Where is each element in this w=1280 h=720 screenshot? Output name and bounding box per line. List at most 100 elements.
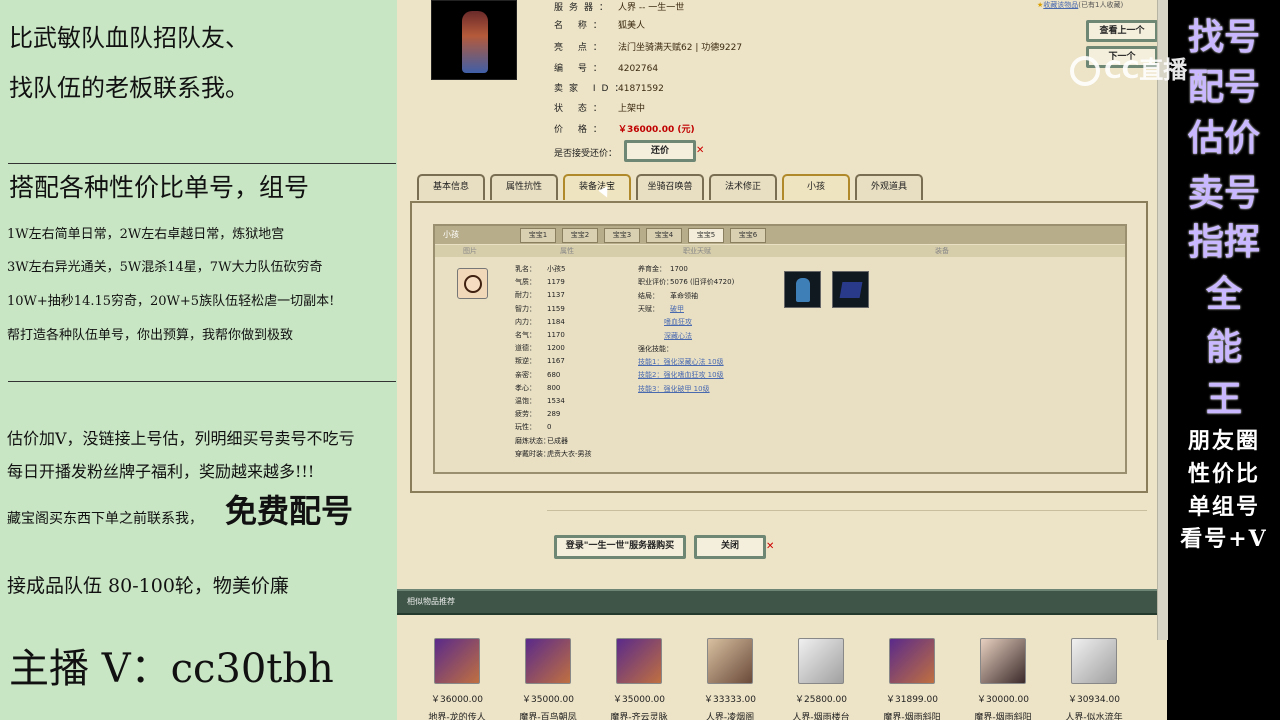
attribute-row: 孝心： 800 xyxy=(515,383,561,392)
tab-baby-4[interactable]: 宝宝4 xyxy=(646,228,682,243)
bargain-label: 是否接受还价： xyxy=(554,149,618,159)
tab-attributes[interactable]: 属性抗性 xyxy=(490,174,558,200)
divider xyxy=(8,381,396,382)
promo-char: 全 xyxy=(1205,273,1242,315)
skill-link[interactable]: 技能2：强化嗜血狂攻 10级 xyxy=(638,370,724,380)
attribute-row: 气质： 1179 xyxy=(515,278,565,287)
tab-baby-2[interactable]: 宝宝2 xyxy=(562,228,598,243)
promo-line: 性价比 xyxy=(1187,461,1260,487)
similar-item[interactable]: ￥35000.00 魔界-百鸟朝凤 xyxy=(502,636,594,720)
tab-equipment[interactable]: 装备法宝 xyxy=(563,174,631,200)
similar-item-thumbnail[interactable] xyxy=(525,638,571,684)
skill-link[interactable]: 技能3：强化破甲 10级 xyxy=(638,384,710,394)
child-detail-box: 小孩 宝宝1 宝宝2 宝宝3 宝宝4 宝宝5 宝宝6 图片 属性 职业天赋 装备… xyxy=(433,224,1127,474)
talent-row: 天赋： 破甲 xyxy=(638,304,684,313)
promo-line: 帮打造各种队伍单号，你出预算，我帮你做到极致 xyxy=(7,328,294,343)
promo-line: 10W+抽秒14.15穷奇，20W+5族队伍轻松虐一切副本! xyxy=(7,294,335,309)
field-row: 编 号： 4202764 xyxy=(554,64,659,74)
attribute-row: 亲密： 680 xyxy=(515,370,561,379)
similar-item-name[interactable]: 地界-龙的传人 xyxy=(411,710,503,720)
promo-line: 接成品队伍 80-100轮，物美价廉 xyxy=(7,575,289,597)
similar-item[interactable]: ￥36000.00 地界-龙的传人 xyxy=(411,636,503,720)
promo-char: 卖号 xyxy=(1187,172,1260,214)
field-row: 名 称： 狐美人 xyxy=(554,21,646,31)
collect-area: ★收藏该物品(已有1人收藏) xyxy=(1037,1,1124,9)
promo-line: 搭配各种性价比单号，组号 xyxy=(9,173,310,202)
similar-item-thumbnail[interactable] xyxy=(980,638,1026,684)
tab-children[interactable]: 小孩 xyxy=(782,174,850,200)
close-button[interactable]: 关闭 xyxy=(694,535,766,559)
promo-line: 找队伍的老板联系我。 xyxy=(9,74,249,102)
child-panel: 小孩 宝宝1 宝宝2 宝宝3 宝宝4 宝宝5 宝宝6 图片 属性 职业天赋 装备… xyxy=(410,201,1148,493)
item-detail-page: 服务器： 人界 -- 一生一世 ★收藏该物品(已有1人收藏) 名 称： 狐美人 亮 … xyxy=(397,0,1167,720)
similar-item-name[interactable]: 人界-凌烟阁 xyxy=(684,710,776,720)
similar-item-name[interactable]: 人界-似水流年 xyxy=(1048,710,1140,720)
promo-line: 3W左右异光通关，5W混杀14星，7W大力队伍砍穷奇 xyxy=(7,260,323,275)
collect-link[interactable]: 收藏该物品 xyxy=(1043,1,1078,9)
similar-item[interactable]: ￥30934.00 人界-似水流年 xyxy=(1048,636,1140,720)
anchor-contact: 主播 V：cc30tbh xyxy=(9,646,334,692)
promo-panel-right: 找号 配号 估价 卖号 指挥 全 能 王 朋友圈 性价比 单组号 看号+V xyxy=(1168,0,1280,720)
similar-item-thumbnail[interactable] xyxy=(434,638,480,684)
similar-item-price: ￥30000.00 xyxy=(977,695,1029,705)
character-portrait xyxy=(431,0,517,80)
promo-highlight: 免费配号 xyxy=(225,492,354,530)
similar-item-name[interactable]: 魔界-百鸟朝凤 xyxy=(502,710,594,720)
promo-char: 能 xyxy=(1205,326,1242,368)
similar-item-price: ￥36000.00 xyxy=(431,695,483,705)
field-row: 亮 点： 法门坐骑满天赋62 | 功德9227 xyxy=(554,43,743,53)
equipment-slot-gem[interactable] xyxy=(832,271,869,308)
similar-item-thumbnail[interactable] xyxy=(798,638,844,684)
similar-item[interactable]: ￥25800.00 人界-烟雨楼台 xyxy=(775,636,867,720)
similar-item-name[interactable]: 人界-烟雨楼台 xyxy=(775,710,867,720)
similar-item[interactable]: ￥31899.00 魔界-烟雨斜阳 xyxy=(866,636,958,720)
attribute-row: 智力： 1159 xyxy=(515,304,565,313)
attribute-row: 穿戴时装：虎贲大衣-男孩 xyxy=(515,449,592,458)
promo-char: 指挥 xyxy=(1187,221,1260,263)
attribute-row: 温饱： 1534 xyxy=(515,397,565,405)
tab-baby-6[interactable]: 宝宝6 xyxy=(730,228,766,243)
promo-line: 藏宝阁买东西下单之前联系我， xyxy=(7,511,203,527)
tab-baby-5[interactable]: 宝宝5 xyxy=(688,228,724,243)
attribute-row: 疲劳： 289 xyxy=(515,410,561,419)
promo-line: 比武敏队血队招队友、 xyxy=(9,24,249,52)
attribute-row: 叛逆： 1167 xyxy=(515,357,565,366)
tab-baby-3[interactable]: 宝宝3 xyxy=(604,228,640,243)
tab-appearance[interactable]: 外观道具 xyxy=(855,174,923,200)
attribute-row: 道德： 1200 xyxy=(515,344,565,353)
similar-item-thumbnail[interactable] xyxy=(1071,638,1117,684)
attribute-row: 内力： 1184 xyxy=(515,317,565,326)
tab-spells[interactable]: 法术修正 xyxy=(709,174,777,200)
similar-item[interactable]: ￥33333.00 人界-凌烟阁 xyxy=(684,636,776,720)
tab-mounts-pets[interactable]: 坐骑召唤兽 xyxy=(636,174,704,200)
price-row: 价 格： ￥36000.00 (元) xyxy=(554,125,695,135)
stream-watermark: CC直播 xyxy=(1070,50,1187,86)
similar-item[interactable]: ￥30000.00 魔界-烟雨斜阳 xyxy=(957,636,1049,720)
similar-item-thumbnail[interactable] xyxy=(616,638,662,684)
talent-link[interactable]: 嗜血狂攻 xyxy=(664,317,692,327)
talent-row: 职业评价：5076 (旧评价4720) xyxy=(638,278,735,287)
similar-item-name[interactable]: 魔界-烟雨斜阳 xyxy=(866,710,958,720)
child-table-header: 图片 属性 职业天赋 装备 xyxy=(435,245,1125,257)
similar-item[interactable]: ￥35000.00 魔界-齐云灵脉 xyxy=(593,636,685,720)
bargain-button[interactable]: 还价 xyxy=(624,140,696,162)
similar-item-name[interactable]: 魔界-齐云灵脉 xyxy=(593,710,685,720)
equipment-slot-robe[interactable] xyxy=(784,271,821,308)
similar-item-price: ￥33333.00 xyxy=(704,695,756,705)
similar-item-name[interactable]: 魔界-烟雨斜阳 xyxy=(957,710,1049,720)
skill-link[interactable]: 技能1：强化深藏心法 10级 xyxy=(638,357,724,367)
talent-link[interactable]: 深藏心法 xyxy=(664,331,692,341)
promo-line: 朋友圈 xyxy=(1187,428,1260,454)
promo-line: 1W左右简单日常，2W左右卓越日常，炼狱地宫 xyxy=(7,227,285,242)
tab-basic-info[interactable]: 基本信息 xyxy=(417,174,485,200)
similar-item-thumbnail[interactable] xyxy=(707,638,753,684)
similar-item-thumbnail[interactable] xyxy=(889,638,935,684)
divider xyxy=(8,163,396,164)
login-buy-button[interactable]: 登录"一生一世"服务器购买 xyxy=(554,535,686,559)
character-figure xyxy=(462,11,488,73)
prev-item-button[interactable]: 查看上一个 xyxy=(1086,20,1158,42)
promo-char: 王 xyxy=(1205,378,1242,420)
scrollbar[interactable] xyxy=(1157,0,1168,640)
tab-baby-1[interactable]: 宝宝1 xyxy=(520,228,556,243)
screen: 比武敏队血队招队友、 找队伍的老板联系我。 搭配各种性价比单号，组号 1W左右简… xyxy=(0,0,1280,720)
